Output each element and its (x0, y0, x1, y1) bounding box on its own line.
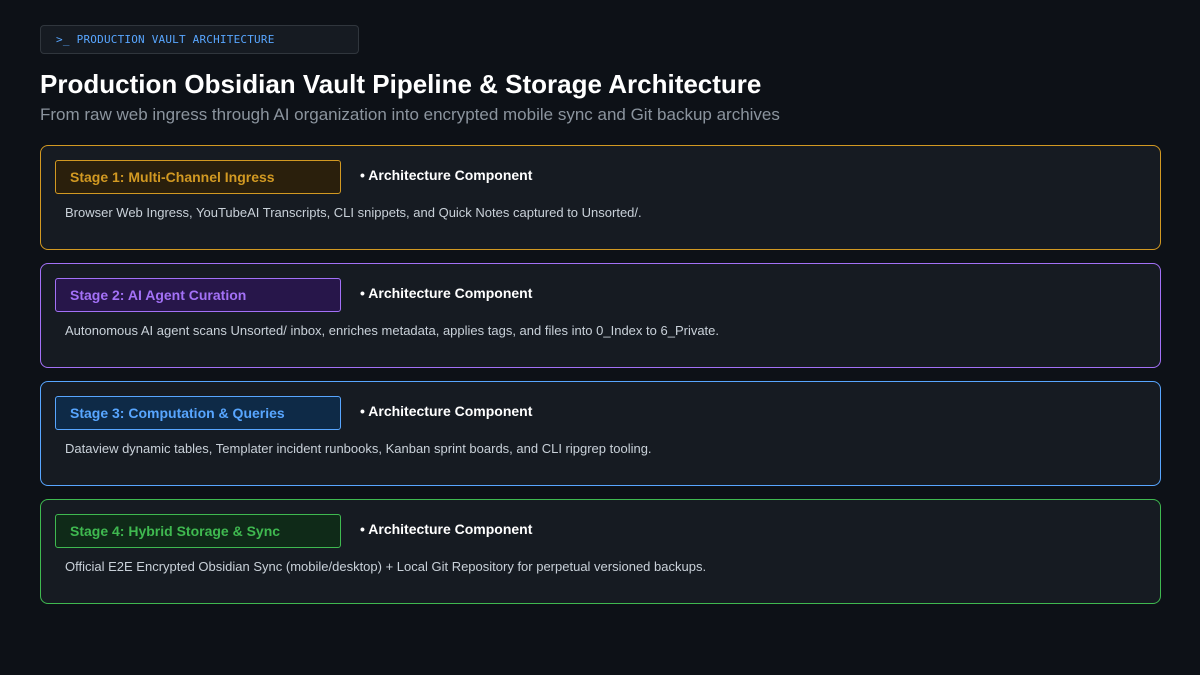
stage-card-4: Stage 4: Hybrid Storage & Sync • Archite… (40, 499, 1161, 604)
stage-description: Browser Web Ingress, YouTubeAI Transcrip… (65, 205, 642, 220)
stage-badge: Stage 4: Hybrid Storage & Sync (55, 514, 341, 548)
header-tag-label: PRODUCTION VAULT ARCHITECTURE (76, 33, 275, 46)
stage-description: Official E2E Encrypted Obsidian Sync (mo… (65, 559, 707, 574)
stage-badge: Stage 2: AI Agent Curation (55, 278, 341, 312)
stage-badge: Stage 3: Computation & Queries (55, 396, 341, 430)
header-tag: >_ PRODUCTION VAULT ARCHITECTURE (40, 25, 359, 54)
component-label: • Architecture Component (360, 167, 533, 183)
component-label: • Architecture Component (360, 403, 533, 419)
stage-description: Dataview dynamic tables, Templater incid… (65, 441, 652, 456)
stage-badge: Stage 1: Multi-Channel Ingress (55, 160, 341, 194)
terminal-prompt-icon: >_ (56, 33, 70, 46)
component-label: • Architecture Component (360, 521, 533, 537)
component-label: • Architecture Component (360, 285, 533, 301)
stage-description: Autonomous AI agent scans Unsorted/ inbo… (65, 323, 720, 338)
page-subtitle: From raw web ingress through AI organiza… (40, 105, 780, 124)
page-title: Production Obsidian Vault Pipeline & Sto… (40, 69, 762, 99)
stage-card-3: Stage 3: Computation & Queries • Archite… (40, 381, 1161, 486)
stage-card-1: Stage 1: Multi-Channel Ingress • Archite… (40, 145, 1161, 250)
stage-card-2: Stage 2: AI Agent Curation • Architectur… (40, 263, 1161, 368)
